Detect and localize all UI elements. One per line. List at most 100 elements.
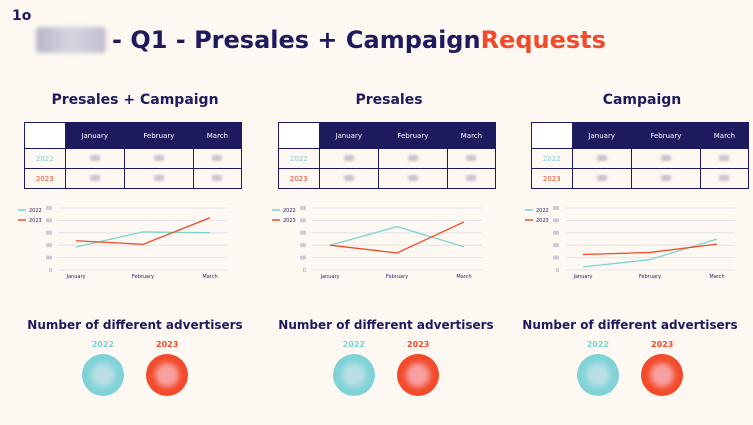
- y-tick-redacted: [300, 230, 306, 235]
- y-tick-redacted: [46, 230, 52, 235]
- row-year: 2023: [531, 168, 573, 189]
- y-tick-label: 0: [49, 268, 52, 274]
- y-tick-redacted: [300, 206, 306, 210]
- cell-redacted: [377, 148, 448, 169]
- y-tick-redacted: [46, 255, 52, 260]
- y-tick-redacted: [300, 243, 306, 248]
- row-year: 2022: [24, 148, 66, 169]
- row-year: 2022: [278, 148, 320, 169]
- row-year: 2023: [278, 168, 320, 189]
- legend-label: 2023: [536, 218, 549, 224]
- column-header: February: [630, 122, 701, 149]
- cell-redacted: [630, 148, 701, 169]
- table-row: 2023: [24, 168, 243, 189]
- series-line-2023: [75, 217, 211, 245]
- advertisers-bubble-2023: [146, 354, 188, 396]
- table-row: 2022: [24, 148, 243, 169]
- column-header: March: [699, 122, 750, 149]
- requests-table: January February March 2022 2023: [24, 122, 243, 189]
- y-tick-redacted: [553, 243, 559, 248]
- section-presales: Presales January February March 2022 202…: [278, 90, 500, 189]
- legend-label: 2023: [283, 218, 296, 224]
- x-tick-label: February: [132, 274, 154, 280]
- table-corner: [24, 122, 66, 149]
- legend-label: 2023: [29, 218, 42, 224]
- cell-redacted: [446, 168, 497, 189]
- cell-redacted: [699, 168, 750, 189]
- year-label-2022: 2022: [586, 340, 609, 349]
- redacted-name: [36, 27, 106, 53]
- section-presales-campaign: Presales + Campaign January February Mar…: [24, 90, 246, 189]
- cell-redacted: [630, 168, 701, 189]
- advertisers-block: Number of different advertisers 2022 202…: [15, 318, 255, 396]
- row-year: 2023: [24, 168, 66, 189]
- line-chart-presales: 0 January February March 2022 2023: [268, 200, 490, 288]
- title-accent: Requests: [480, 26, 606, 54]
- legend-label: 2022: [29, 208, 42, 214]
- row-year: 2022: [531, 148, 573, 169]
- cell-redacted: [571, 148, 632, 169]
- table-row: 2023: [531, 168, 750, 189]
- y-tick-redacted: [300, 218, 306, 223]
- cell-redacted: [318, 148, 379, 169]
- year-label-2022: 2022: [91, 340, 114, 349]
- year-label-2023: 2023: [156, 340, 179, 349]
- column-header: March: [446, 122, 497, 149]
- x-tick-label: February: [386, 274, 408, 280]
- advertisers-block: Number of different advertisers 2022 202…: [266, 318, 506, 396]
- y-tick-redacted: [46, 243, 52, 248]
- cell-redacted: [446, 148, 497, 169]
- table-corner: [531, 122, 573, 149]
- section-title: Presales + Campaign: [51, 92, 219, 108]
- column-header: January: [571, 122, 632, 149]
- advertisers-title: Number of different advertisers: [278, 318, 494, 332]
- cell-redacted: [699, 148, 750, 169]
- x-tick-label: March: [709, 274, 724, 280]
- column-header: February: [123, 122, 194, 149]
- x-tick-label: January: [573, 274, 593, 280]
- year-label-2023: 2023: [651, 340, 674, 349]
- column-header: January: [318, 122, 379, 149]
- table-row: 2023: [278, 168, 497, 189]
- y-tick-label: 0: [556, 268, 559, 274]
- advertisers-bubble-2022: [577, 354, 619, 396]
- advertisers-title: Number of different advertisers: [522, 318, 738, 332]
- y-tick-redacted: [553, 218, 559, 223]
- advertisers-bubble-2023: [397, 354, 439, 396]
- y-tick-redacted: [553, 255, 559, 260]
- section-campaign: Campaign January February March 2022 202…: [531, 90, 753, 189]
- section-title: Campaign: [602, 92, 682, 108]
- legend-label: 2022: [536, 208, 549, 214]
- year-label-2022: 2022: [342, 340, 365, 349]
- table-row: 2022: [278, 148, 497, 169]
- y-tick-label: 0: [303, 268, 306, 274]
- advertisers-bubble-2022: [333, 354, 375, 396]
- legend-label: 2022: [283, 208, 296, 214]
- cell-redacted: [571, 168, 632, 189]
- x-tick-label: January: [66, 274, 86, 280]
- y-tick-redacted: [553, 206, 559, 210]
- cell-redacted: [318, 168, 379, 189]
- year-label-2023: 2023: [407, 340, 430, 349]
- x-tick-label: January: [320, 274, 340, 280]
- advertisers-block: Number of different advertisers 2022 202…: [512, 318, 748, 396]
- cell-redacted: [377, 168, 448, 189]
- y-tick-redacted: [553, 230, 559, 235]
- x-tick-label: February: [639, 274, 661, 280]
- column-header: January: [64, 122, 125, 149]
- requests-table: January February March 2022 2023: [278, 122, 497, 189]
- table-row: 2022: [531, 148, 750, 169]
- column-header: March: [192, 122, 243, 149]
- advertisers-bubble-2023: [641, 354, 683, 396]
- cell-redacted: [64, 148, 125, 169]
- x-tick-label: March: [456, 274, 471, 280]
- series-line-2022: [329, 225, 465, 248]
- cell-redacted: [123, 168, 194, 189]
- title-prefix: - Q1 - Presales + Campaign: [112, 26, 481, 54]
- line-chart-campaign: 0 January February March 2022 2023: [521, 200, 743, 288]
- cell-redacted: [123, 148, 194, 169]
- x-tick-label: March: [202, 274, 217, 280]
- section-title: Presales: [355, 92, 423, 108]
- requests-table: January February March 2022 2023: [531, 122, 750, 189]
- y-tick-redacted: [46, 218, 52, 223]
